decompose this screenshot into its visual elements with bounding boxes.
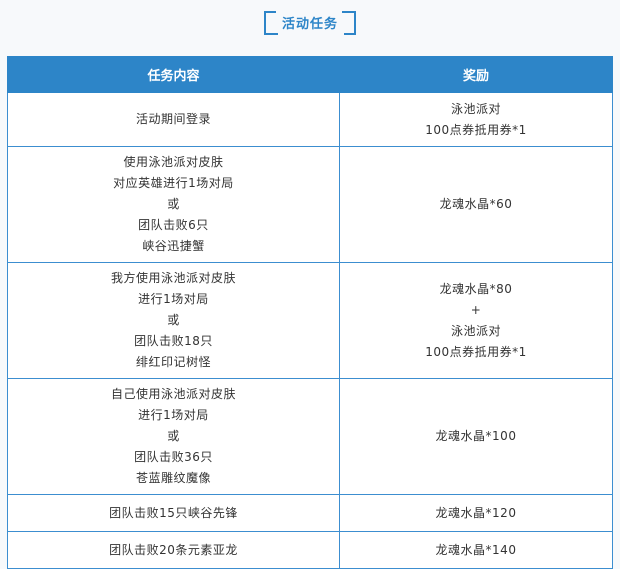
table-row: 自己使用泳池派对皮肤 进行1场对局或团队击败36只 苍蓝雕纹魔像 龙魂水晶*100 [7, 378, 613, 495]
bracket-bottom-right-icon [344, 21, 356, 35]
reward-line: 泳池派对 [450, 323, 501, 338]
task-line: 进行1场对局 [138, 408, 209, 422]
task-cell: 自己使用泳池派对皮肤 进行1场对局或团队击败36只 苍蓝雕纹魔像 [7, 378, 340, 495]
task-cell: 我方使用泳池派对皮肤 进行1场对局或团队击败18只 绯红印记树怪 [7, 262, 340, 379]
task-line: 使用泳池派对皮肤 [123, 155, 224, 169]
bracket-bottom-left-icon [263, 23, 278, 35]
task-line: 或 [167, 313, 180, 327]
reward-cell: 龙魂水晶*100 [339, 378, 613, 495]
reward-line: 泳池派对 [450, 101, 501, 116]
reward-line: + [470, 302, 482, 317]
page: 活动任务 任务内容 奖励 活动期间登录 泳池派对 100点券抵用券*1 使用泳池派对皮… [0, 0, 620, 569]
reward-line: 龙魂水晶*60 [439, 197, 513, 211]
task-line: 苍蓝雕纹魔像 [135, 471, 211, 485]
reward-cell: 龙魂水晶*60 [339, 146, 613, 263]
table-row: 团队击败15只峡谷先锋 龙魂水晶*120 [7, 494, 613, 532]
task-line: 进行1场对局 [138, 292, 209, 306]
task-line: 峡谷迅捷蟹 [142, 239, 205, 253]
header-reward: 奖励 [339, 56, 613, 93]
table-row: 我方使用泳池派对皮肤 进行1场对局或团队击败18只 绯红印记树怪 龙魂水晶*80 + 泳池… [7, 262, 613, 379]
header-task: 任务内容 [7, 56, 340, 93]
reward-cell: 龙魂水晶*120 [339, 494, 613, 532]
task-cell: 活动期间登录 [7, 92, 340, 147]
task-table: 任务内容 奖励 活动期间登录 泳池派对 100点券抵用券*1 使用泳池派对皮肤 对应英雄… [7, 56, 613, 569]
reward-line: 龙魂水晶*100 [435, 429, 517, 443]
table-body: 活动期间登录 泳池派对 100点券抵用券*1 使用泳池派对皮肤 对应英雄进行1场对局或团… [7, 92, 613, 569]
section-title-box: 活动任务 [263, 9, 356, 35]
task-line: 团队击败18只 [134, 334, 213, 348]
table-row: 活动期间登录 泳池派对 100点券抵用券*1 [7, 92, 613, 147]
reward-line: 龙魂水晶*140 [435, 542, 517, 557]
task-line: 或 [167, 197, 180, 211]
reward-line: 100点券抵用券*1 [425, 122, 527, 137]
task-line: 团队击败6只 [138, 218, 209, 232]
table-row: 使用泳池派对皮肤 对应英雄进行1场对局或团队击败6只 峡谷迅捷蟹 龙魂水晶*60 [7, 146, 613, 263]
reward-cell: 龙魂水晶*80 + 泳池派对 100点券抵用券*1 [339, 262, 613, 379]
task-line: 绯红印记树怪 [135, 355, 211, 369]
task-cell: 团队击败15只峡谷先锋 [7, 494, 340, 532]
task-cell: 使用泳池派对皮肤 对应英雄进行1场对局或团队击败6只 峡谷迅捷蟹 [7, 146, 340, 263]
task-line: 自己使用泳池派对皮肤 [110, 387, 236, 401]
task-line: 或 [167, 429, 180, 443]
table-header-row: 任务内容 奖励 [7, 56, 613, 93]
task-line: 我方使用泳池派对皮肤 [110, 271, 236, 285]
reward-line: 龙魂水晶*120 [435, 505, 517, 520]
task-line: 对应英雄进行1场对局 [113, 176, 234, 190]
task-line: 团队击败20条元素亚龙 [109, 542, 238, 557]
reward-line: 100点券抵用券*1 [425, 344, 527, 359]
section-title: 活动任务 [281, 16, 338, 32]
section-title-wrap: 活动任务 [0, 6, 620, 38]
reward-cell: 泳池派对 100点券抵用券*1 [339, 92, 613, 147]
task-line: 活动期间登录 [135, 112, 211, 126]
task-line: 团队击败36只 [134, 450, 213, 464]
task-line: 团队击败15只峡谷先锋 [109, 505, 238, 520]
reward-line: 龙魂水晶*80 [439, 281, 513, 296]
